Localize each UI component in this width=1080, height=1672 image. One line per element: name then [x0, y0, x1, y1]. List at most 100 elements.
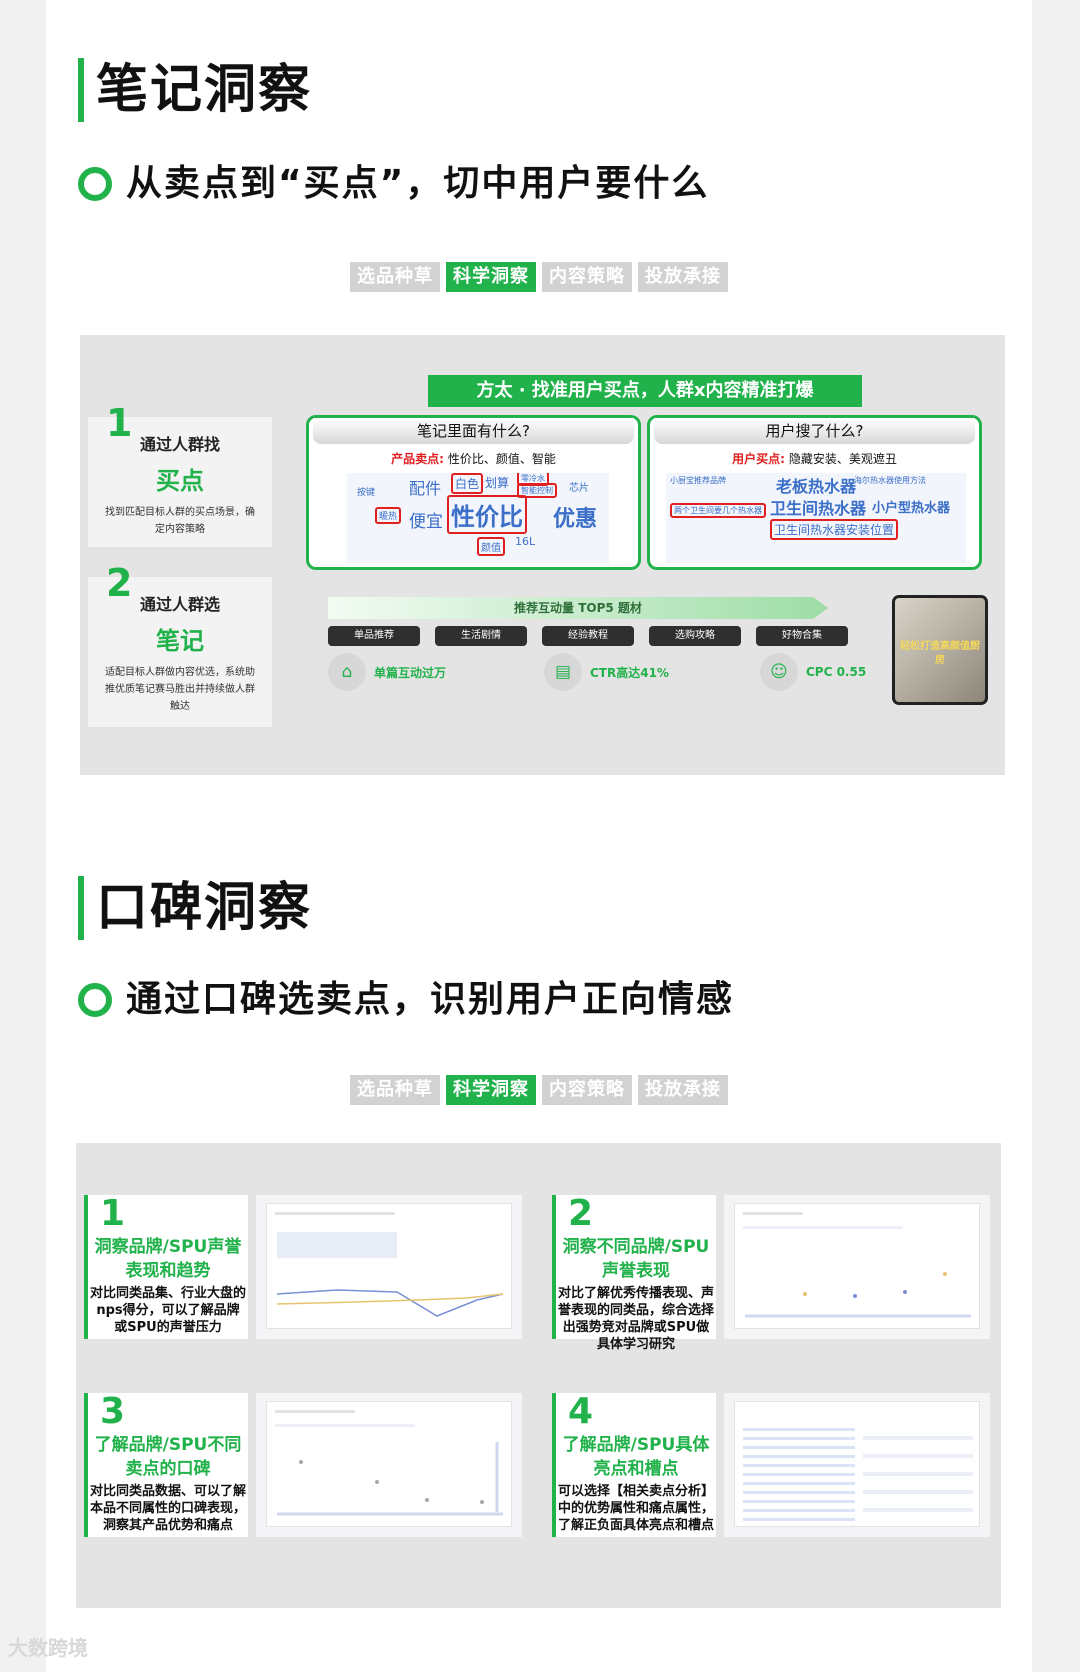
- step-description: 找到匹配目标人群的买点场景，确定内容策略: [105, 507, 255, 535]
- document-icon: ▤: [544, 653, 582, 691]
- scatter-chart-screenshot: [724, 1195, 990, 1339]
- tab-product-seeding: 选品种草: [350, 1075, 440, 1105]
- wordcloud-screenshot: [724, 1393, 990, 1537]
- top5-topics-strip: 推荐互动量 TOP5 题材: [328, 597, 828, 619]
- subtitle-text: 从卖点到“买点”，切中用户要什么: [126, 163, 710, 204]
- trend-chart-screenshot: [256, 1195, 522, 1339]
- screenshot-filter-bar: [275, 1424, 415, 1427]
- topic-pill: 选购攻略: [649, 626, 741, 646]
- tab-ad-delivery: 投放承接: [638, 1075, 728, 1105]
- tab-product-seeding: 选品种草: [350, 262, 440, 292]
- circle-bullet-icon: [78, 983, 112, 1017]
- section-title-note-insight: 笔记洞察: [78, 58, 312, 122]
- tag-value: 性价比、颜值、智能: [447, 452, 556, 466]
- screenshot-filter-bar: [743, 1226, 903, 1229]
- step-card-2: 2 通过人群选 笔记 适配目标人群做内容优选，系统助推优质笔记赛马胜出并持续做人…: [88, 561, 272, 727]
- topic-pill: 生活剧情: [435, 626, 527, 646]
- card-text-block: 2 洞察不同品牌/SPU声誉表现 对比了解优秀传播表现、声誉表现的同类品，综合选…: [552, 1193, 716, 1352]
- cloud-word: 芯片: [569, 483, 589, 494]
- scatter-dots-thumbnail: [277, 1442, 503, 1516]
- section-subtitle-note-insight: 从卖点到“买点”，切中用户要什么: [78, 162, 709, 206]
- card-description: 对比同类品数据、可以了解本品不同属性的口碑表现，洞察其产品优势和痛点: [90, 1484, 247, 1533]
- step-card-1: 1 通过人群找 买点 找到匹配目标人群的买点场景，确定内容策略: [88, 401, 272, 547]
- user-search-box: 用户搜了什么? 用户买点: 隐藏安装、美观遮丑 小厨宝推荐品牌 老板热水器 海尔…: [647, 415, 982, 570]
- tag-icon: ⌂: [328, 653, 366, 691]
- cloud-word: 海尔热水器使用方法: [854, 476, 926, 485]
- people-icon: ☺: [760, 653, 798, 691]
- metric-text: 单篇互动过万: [374, 665, 447, 680]
- tab-content-strategy: 内容策略: [542, 1075, 632, 1105]
- selling-point-chart-screenshot: [256, 1393, 522, 1537]
- note-thumbnail-image: 轻松打造高颜值厨房: [892, 595, 988, 705]
- tab-ad-delivery: 投放承接: [638, 262, 728, 292]
- step-number: 1: [106, 401, 133, 445]
- note-list-thumbnail: [863, 1422, 973, 1522]
- cloud-word: 小户型热水器: [872, 501, 951, 516]
- note-insight-panel: 方太 · 找准用户买点，人群x内容精准打爆 1 通过人群找 买点 找到匹配目标人…: [80, 335, 1005, 775]
- insight-card-1: 1 洞察品牌/SPU声誉表现和趋势 对比同类品集、行业大盘的nps得分，可以了解…: [84, 1193, 524, 1339]
- card-text-block: 3 了解品牌/SPU不同卖点的口碑 对比同类品数据、可以了解本品不同属性的口碑表…: [84, 1391, 248, 1537]
- subtitle-text: 通过口碑选卖点，识别用户正向情感: [126, 979, 735, 1020]
- insight-card-4: 4 了解品牌/SPU具体亮点和槽点 可以选择【相关卖点分析】中的优势属性和痛点属…: [552, 1391, 992, 1537]
- screenshot-toolbar: [275, 1212, 395, 1215]
- insight-card-3: 3 了解品牌/SPU不同卖点的口碑 对比同类品数据、可以了解本品不同属性的口碑表…: [84, 1391, 524, 1537]
- note-content-box: 笔记里面有什么? 产品卖点: 性价比、颜值、智能 配件 白色 划算 零冷水 智能…: [306, 415, 641, 570]
- box-heading: 用户搜了什么?: [654, 418, 975, 444]
- word-cloud: 配件 白色 划算 零冷水 智能控制 芯片 按键 性价比 优惠 便宜 暖热 颜值 …: [347, 473, 609, 563]
- cloud-word: 小厨宝推荐品牌: [670, 476, 726, 485]
- box-tag: 产品卖点: 性价比、颜值、智能: [309, 450, 638, 467]
- tab-science-insight: 科学洞察: [446, 1075, 536, 1105]
- tag-value: 隐藏安装、美观遮丑: [788, 452, 897, 466]
- cloud-word: 卫生间热水器: [770, 499, 867, 518]
- metric-text: CPC 0.55: [806, 665, 867, 679]
- screenshot-toolbar: [743, 1212, 803, 1215]
- cloud-word-highlight: 性价比: [447, 495, 527, 534]
- tag-label: 用户买点:: [732, 452, 785, 466]
- wordcloud-thumbnail: [743, 1422, 855, 1522]
- cloud-word-highlight: 颜值: [477, 537, 505, 556]
- card-heading: 了解品牌/SPU不同卖点的口碑: [94, 1435, 242, 1479]
- cloud-word: 便宜: [409, 512, 443, 532]
- stage-tabs: 选品种草 科学洞察 内容策略 投放承接: [350, 1075, 728, 1105]
- tag-label: 产品卖点:: [391, 452, 444, 466]
- reputation-insight-panel: 1 洞察品牌/SPU声誉表现和趋势 对比同类品集、行业大盘的nps得分，可以了解…: [76, 1143, 1001, 1608]
- card-number: 3: [100, 1391, 126, 1432]
- section-title-reputation-insight: 口碑洞察: [78, 876, 312, 940]
- metric-cpc: ☺ CPC 0.55: [760, 653, 866, 691]
- box-tag: 用户买点: 隐藏安装、美观遮丑: [650, 450, 979, 467]
- screenshot-toolbar: [275, 1410, 355, 1413]
- cloud-word: 优惠: [553, 507, 598, 532]
- section-subtitle-reputation-insight: 通过口碑选卖点，识别用户正向情感: [78, 978, 734, 1022]
- card-description: 可以选择【相关卖点分析】中的优势属性和痛点属性，了解正负面具体亮点和槽点: [558, 1484, 715, 1533]
- trend-lines-thumbnail: [277, 1289, 503, 1317]
- metric-ctr: ▤ CTR高达41%: [544, 653, 669, 691]
- card-heading: 洞察不同品牌/SPU声誉表现: [562, 1237, 710, 1281]
- card-text-block: 4 了解品牌/SPU具体亮点和槽点 可以选择【相关卖点分析】中的优势属性和痛点属…: [552, 1391, 716, 1537]
- cloud-word: 划算: [485, 476, 510, 490]
- cloud-word: 老板热水器: [776, 477, 857, 496]
- screenshot-summary-card: [277, 1232, 397, 1258]
- screenshot-frame: [266, 1203, 512, 1329]
- step-keyword: 笔记: [156, 627, 204, 655]
- cloud-word: 16L: [515, 535, 536, 548]
- circle-bullet-icon: [78, 167, 112, 201]
- metric-text: CTR高达41%: [590, 665, 669, 680]
- watermark-logo: 大数跨境: [8, 1632, 88, 1661]
- card-number: 1: [100, 1193, 126, 1234]
- scatter-dots-thumbnail: [745, 1272, 971, 1318]
- metric-interaction: ⌂ 单篇互动过万: [328, 653, 446, 691]
- cloud-word-highlight: 暖热: [375, 507, 402, 524]
- screenshot-frame: [734, 1401, 980, 1527]
- card-description: 对比了解优秀传播表现、声誉表现的同类品，综合选择出强势竞对品牌或SPU做具体学习…: [558, 1286, 715, 1352]
- screenshot-frame: [266, 1401, 512, 1527]
- step-number: 2: [106, 561, 133, 605]
- screenshot-frame: [734, 1203, 980, 1329]
- cloud-word-highlight: 卫生间热水器安装位置: [770, 519, 899, 540]
- topic-pill: 单品推荐: [328, 626, 420, 646]
- box-heading: 笔记里面有什么?: [313, 418, 634, 444]
- cloud-word-highlight: 白色: [451, 473, 484, 494]
- watermark-text: 大数跨境: [8, 1636, 88, 1660]
- cloud-word: 按键: [357, 488, 376, 498]
- stage-tabs: 选品种草 科学洞察 内容策略 投放承接: [350, 262, 728, 292]
- cloud-word: 配件: [409, 479, 442, 498]
